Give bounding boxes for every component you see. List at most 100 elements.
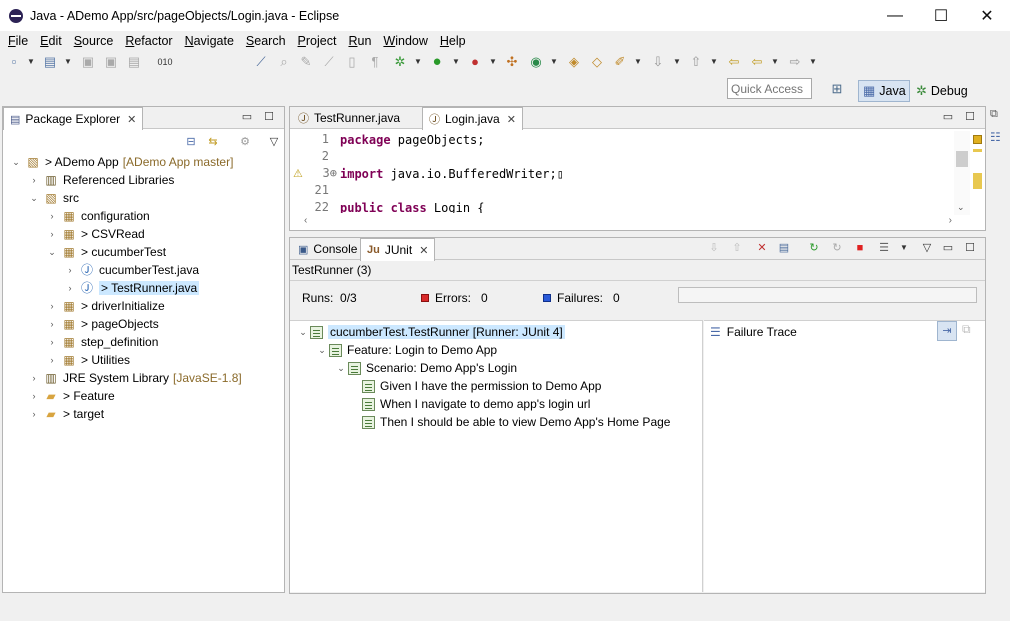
line-number[interactable]: 3⊕ — [307, 166, 337, 180]
perspective-java[interactable]: ▦ Java — [858, 80, 910, 102]
tab-junit[interactable]: Ju JUnit ✕ — [360, 238, 436, 261]
vertical-scrollbar[interactable]: ⌄ — [954, 131, 970, 215]
chevron-down-icon[interactable]: ⌄ — [957, 202, 965, 213]
tree-item-cucumbertest-java[interactable]: › Ⓙ cucumberTest.java — [63, 261, 200, 279]
save-icon[interactable]: ▣ — [80, 54, 96, 70]
build-icon[interactable]: ✣ — [504, 54, 520, 70]
test-tree-item-step[interactable]: When I navigate to demo app's login url — [362, 395, 590, 413]
rerun-test-icon[interactable]: ↻ — [807, 241, 821, 255]
tab-console[interactable]: ▣ Console — [292, 238, 363, 260]
tree-item-configuration[interactable]: › ▦ configuration — [45, 207, 150, 225]
back-dropdown-icon[interactable]: ▼ — [771, 54, 779, 70]
open-folder-icon[interactable]: ◇ — [589, 54, 605, 70]
chevron-right-icon[interactable]: › — [63, 283, 77, 293]
tree-item-driverinitialize[interactable]: › ▦ > driverInitialize — [45, 297, 165, 315]
show-failures-only-icon[interactable]: ✕ — [755, 241, 769, 255]
minimize-button[interactable]: — — [872, 0, 918, 31]
chevron-right-icon[interactable]: › — [63, 265, 77, 275]
chevron-down-icon[interactable]: ⌄ — [45, 247, 59, 258]
view-menu-icon[interactable]: ▽ — [920, 241, 934, 255]
maximize-view-icon[interactable]: ☐ — [963, 241, 977, 255]
chevron-left-icon[interactable]: ‹ — [304, 215, 307, 226]
run-icon[interactable]: ● — [429, 54, 445, 70]
code-line-22[interactable]: public class Login { — [340, 200, 485, 213]
new-icon[interactable]: ▫ — [6, 54, 22, 70]
chevron-down-icon[interactable]: ⌄ — [315, 345, 329, 356]
maximize-button[interactable]: ☐ — [918, 0, 964, 31]
tree-item-feature[interactable]: › ▰ > Feature — [27, 387, 115, 405]
chevron-right-icon[interactable]: › — [949, 215, 952, 226]
chevron-right-icon[interactable]: › — [27, 373, 41, 383]
test-tree-item-feature[interactable]: ⌄ Feature: Login to Demo App — [315, 341, 497, 359]
tree-item-utilities[interactable]: › ▦ > Utilities — [45, 351, 131, 369]
new-wizard-icon[interactable]: ▤ — [42, 54, 58, 70]
chevron-right-icon[interactable]: › — [27, 175, 41, 185]
debug-icon[interactable]: ✲ — [392, 54, 408, 70]
prev-annotation-dropdown-icon[interactable]: ▼ — [710, 54, 718, 70]
close-icon[interactable]: ✕ — [419, 244, 428, 257]
previous-failure-icon[interactable]: ⇧ — [730, 241, 744, 255]
minimize-view-icon[interactable]: ▭ — [240, 110, 254, 124]
open-perspective-icon[interactable]: ⊞ — [829, 81, 845, 97]
filter-stack-trace-icon[interactable]: ⇥ — [937, 321, 957, 341]
next-annotation-icon[interactable]: ⇩ — [650, 54, 666, 70]
run-dropdown-icon[interactable]: ▼ — [452, 54, 460, 70]
close-icon[interactable]: ✕ — [507, 113, 516, 126]
forward-icon[interactable]: ⇨ — [787, 54, 803, 70]
quick-access-input[interactable] — [727, 78, 812, 99]
close-button[interactable]: ✕ — [964, 0, 1010, 31]
tab-package-explorer[interactable]: ▤ Package Explorer ✕ — [3, 107, 144, 130]
next-annotation-dropdown-icon[interactable]: ▼ — [673, 54, 681, 70]
tree-item-jre-system-library[interactable]: › ▥ JRE System Library [JavaSE-1.8] — [27, 369, 242, 387]
back-icon[interactable]: ⇦ — [749, 54, 765, 70]
search-icon[interactable]: ⌕ — [276, 54, 292, 70]
overview-ruler-marker[interactable] — [973, 173, 982, 189]
tree-item-step-definition[interactable]: › ▦ step_definition — [45, 333, 159, 351]
menu-refactor[interactable]: Refactor — [119, 34, 178, 48]
tree-item-project[interactable]: ⌄ ▧ > ADemo App [ADemo App master] — [9, 153, 233, 171]
overview-ruler-marker[interactable] — [973, 135, 982, 144]
compare-result-icon[interactable]: ⧉ — [962, 322, 971, 337]
warning-icon[interactable]: ⚠ — [293, 167, 303, 180]
tab-login-java[interactable]: Ⓙ Login.java ✕ — [422, 107, 523, 130]
chevron-right-icon[interactable]: › — [45, 301, 59, 311]
test-tree-item-runner[interactable]: ⌄ cucumberTest.TestRunner [Runner: JUnit… — [296, 323, 565, 341]
focus-icon[interactable]: ⚙ — [238, 135, 252, 149]
external-tools-icon[interactable]: ● — [467, 54, 483, 70]
outline-icon[interactable]: ☷ — [990, 130, 1001, 144]
tree-item-target[interactable]: › ▰ > target — [27, 405, 105, 423]
last-edit-location-icon[interactable]: ⇦ — [726, 54, 742, 70]
new-class-icon[interactable]: ◉ — [528, 54, 544, 70]
open-type-icon[interactable]: ⟋ — [321, 54, 337, 70]
minimize-view-icon[interactable]: ▭ — [941, 241, 955, 255]
toggle-block-icon[interactable]: ▯ — [344, 54, 360, 70]
pen-icon[interactable]: ✎ — [298, 54, 314, 70]
menu-run[interactable]: Run — [342, 34, 377, 48]
forward-dropdown-icon[interactable]: ▼ — [809, 54, 817, 70]
rerun-failed-first-icon[interactable]: ↻ — [830, 241, 844, 255]
tree-item-src[interactable]: ⌄ ▧ src — [27, 189, 79, 207]
overview-ruler-marker[interactable] — [973, 149, 982, 152]
menu-window[interactable]: Window — [377, 34, 433, 48]
code-line-1[interactable]: package pageObjects; — [340, 132, 485, 149]
menu-source[interactable]: Source — [68, 34, 120, 48]
menu-navigate[interactable]: Navigate — [179, 34, 240, 48]
chevron-right-icon[interactable]: › — [45, 211, 59, 221]
maximize-view-icon[interactable]: ☐ — [963, 110, 977, 124]
tree-item-referenced-libraries[interactable]: › ▥ Referenced Libraries — [27, 171, 175, 189]
maximize-view-icon[interactable]: ☐ — [262, 110, 276, 124]
chevron-right-icon[interactable]: › — [45, 229, 59, 239]
annotation-dropdown-icon[interactable]: ▼ — [634, 54, 642, 70]
history-dropdown-icon[interactable]: ▼ — [897, 241, 911, 255]
menu-file[interactable]: File — [2, 34, 34, 48]
chevron-down-icon[interactable]: ⌄ — [296, 327, 310, 338]
test-run-history-icon[interactable]: ☰ — [877, 241, 891, 255]
next-failure-icon[interactable]: ⇩ — [707, 241, 721, 255]
menu-project[interactable]: Project — [292, 34, 343, 48]
chevron-right-icon[interactable]: › — [45, 319, 59, 329]
skip-breakpoints-icon[interactable]: ⟋ — [253, 54, 269, 70]
chevron-down-icon[interactable]: ⌄ — [334, 363, 348, 374]
tree-item-testrunner-java[interactable]: › Ⓙ > TestRunner.java — [63, 279, 200, 297]
tree-item-pageobjects[interactable]: › ▦ > pageObjects — [45, 315, 159, 333]
new-class-dropdown-icon[interactable]: ▼ — [550, 54, 558, 70]
